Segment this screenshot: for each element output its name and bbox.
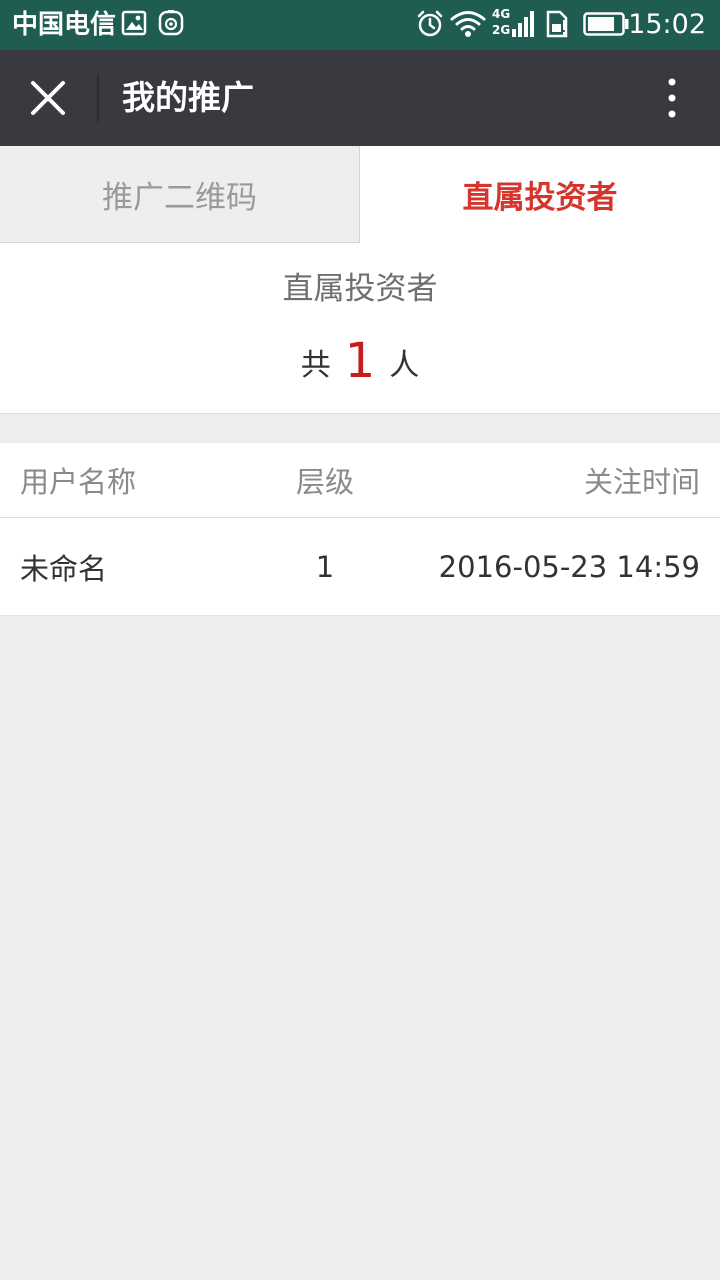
sim-alert-icon: [546, 10, 568, 38]
image-icon: [121, 10, 147, 36]
more-menu-button[interactable]: [660, 76, 684, 120]
count-prefix: 共: [300, 348, 331, 383]
count-suffix: 人: [389, 348, 420, 383]
tab-bar: 推广二维码 直属投资者: [0, 146, 720, 243]
column-header-name: 用户名称: [20, 465, 137, 499]
row-user-name: 未命名: [20, 551, 108, 586]
summary-title: 直属投资者: [282, 271, 438, 307]
page-title: 我的推广: [122, 78, 254, 117]
tab-promotion-qr-code[interactable]: 推广二维码: [0, 146, 360, 243]
tab-direct-investors[interactable]: 直属投资者: [360, 146, 720, 243]
count-number: 1: [344, 333, 376, 389]
close-button[interactable]: [18, 68, 78, 128]
summary-count: 共1人: [0, 331, 720, 396]
carrier-name: 中国电信: [12, 10, 117, 40]
column-header-level: 层级: [295, 465, 354, 499]
camera-icon: [158, 10, 184, 36]
nav-bar: 我的推广: [0, 50, 720, 146]
table-header: 用户名称 层级 关注时间: [0, 443, 720, 518]
table-row: 未命名 1 2016-05-23 14:59: [0, 518, 720, 616]
row-level: 1: [315, 549, 335, 584]
more-vertical-icon: [668, 78, 676, 118]
investor-table: 用户名称 层级 关注时间 未命名 1 2016-05-23 14:59: [0, 443, 720, 616]
wifi-icon: [450, 11, 486, 37]
network-type-top: 4G: [492, 7, 511, 21]
status-bar: 中国电信 4G 2G 15:02: [0, 0, 720, 50]
close-icon: [31, 81, 65, 115]
tab-label: 直属投资者: [462, 180, 618, 216]
network-type-bottom: 2G: [492, 23, 511, 37]
status-time: 15:02: [628, 9, 706, 40]
alarm-icon: [417, 10, 443, 37]
investor-summary: 直属投资者 共1人: [0, 243, 720, 414]
nav-divider: [97, 74, 99, 122]
battery-icon: [583, 12, 629, 36]
row-follow-time: 2016-05-23 14:59: [438, 549, 700, 584]
column-header-follow-time: 关注时间: [583, 465, 700, 499]
signal-icon: [512, 11, 534, 37]
tab-label: 推广二维码: [102, 179, 257, 216]
